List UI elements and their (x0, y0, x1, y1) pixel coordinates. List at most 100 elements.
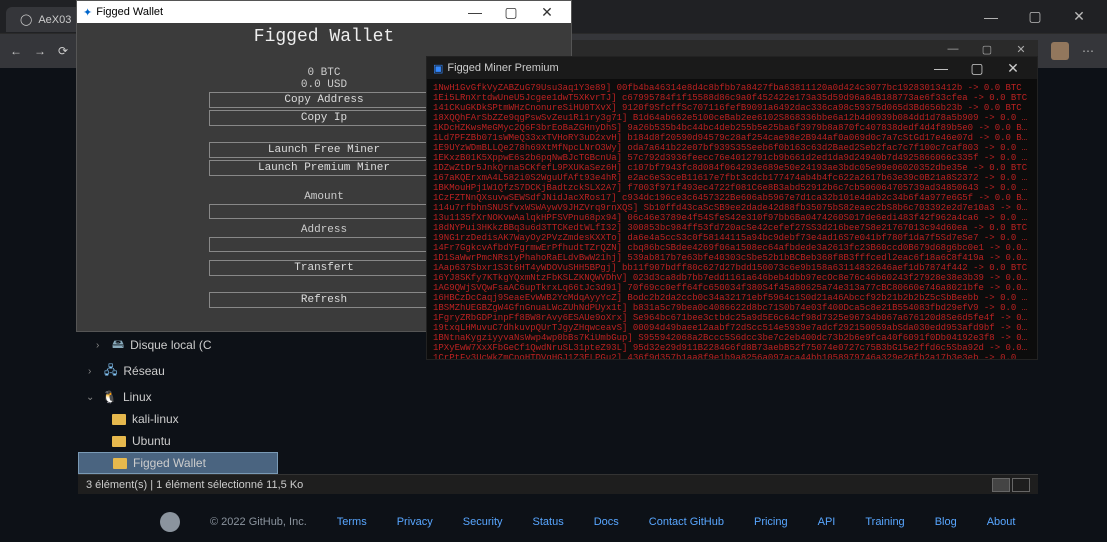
address-label: Address (301, 224, 347, 236)
miner-close[interactable]: ✕ (995, 58, 1031, 78)
miner-log-line: 167aKQErxmA4L582i0S2WguUfAft93e4hR] e2ac… (433, 173, 1031, 183)
miner-log-line: 1BNtnaKygziyyvaNsWwp4wp0bBs7KiUmbGup] S9… (433, 333, 1031, 343)
github-footer: © 2022 GitHub, Inc. Terms Privacy Security… (0, 512, 1107, 532)
status-text: 3 élément(s) | 1 élément sélectionné 11,… (86, 479, 303, 491)
miner-log-line: 1AG9QWjSVQwFsaAC6upTkrxLq66tJc3d91] 70f6… (433, 283, 1031, 293)
avatar-icon[interactable] (1051, 42, 1069, 60)
bg-minimize[interactable]: — (936, 41, 970, 57)
footer-link[interactable]: Privacy (397, 516, 433, 528)
miner-log-line: 1Ei5LRnXrtdwUneU5Jcgee1dwT5XKvrTJ] c6799… (433, 93, 1031, 103)
maximize-button[interactable]: ▢ (1013, 2, 1057, 32)
minimize-button[interactable]: — (969, 2, 1013, 32)
copy-ip-button[interactable]: Copy Ip (209, 110, 439, 126)
miner-log-line: 19NG1rzDedisAK7WayOy2PVzZmdesKXXTo] da6e… (433, 233, 1031, 243)
nav-back[interactable]: ← (10, 44, 22, 58)
refresh-button[interactable]: Refresh (209, 292, 439, 308)
nav-reload[interactable]: ⟳ (58, 44, 68, 58)
amount-input[interactable] (209, 204, 439, 219)
footer-link[interactable]: API (818, 516, 836, 528)
footer-link[interactable]: Blog (935, 516, 957, 528)
miner-log-line: 1Aap637Sbxr1S3t6HT4yWDOVuSHH5BPgj] bb11f… (433, 263, 1031, 273)
wallet-heading: Figged Wallet (254, 27, 394, 47)
figged-miner-window: ▣ Figged Miner Premium — ▢ ✕ 1NwH1GvGfkV… (426, 56, 1038, 360)
wallet-titlebar[interactable]: ✦ Figged Wallet — ▢ ✕ (77, 1, 571, 23)
tree-label: Figged Wallet (133, 456, 206, 470)
tree-label: Ubuntu (132, 434, 171, 448)
nav-forward[interactable]: → (34, 44, 46, 58)
folder-icon (113, 458, 127, 469)
miner-titlebar[interactable]: ▣ Figged Miner Premium — ▢ ✕ (427, 57, 1037, 79)
tree-figged-wallet[interactable]: Figged Wallet (78, 452, 278, 474)
footer-link[interactable]: Pricing (754, 516, 788, 528)
miner-log-line: 1Ld7PFZBb071sWMeQ33xxTVHoRY3uD2xvH] b184… (433, 133, 1031, 143)
tree-ubuntu[interactable]: Ubuntu (78, 430, 278, 452)
footer-link[interactable]: Docs (594, 516, 619, 528)
miner-log-line: 1D1SaWwrPmcNRs1yPhahoRaELdvBwW21hj] 539a… (433, 253, 1031, 263)
wallet-close[interactable]: ✕ (529, 1, 565, 23)
transfert-button[interactable]: Transfert (209, 260, 439, 276)
bg-close[interactable]: ✕ (1004, 41, 1038, 57)
footer-link[interactable]: Training (865, 516, 904, 528)
miner-log-line: 14Fr7GgkcvAfbdYFgrmwErPfhudtTZrQZN] cbq8… (433, 243, 1031, 253)
miner-log-line: 1KDcHZKwsMeGMyc2Q6F3brEoBaZGHnyDhS] 9a26… (433, 123, 1031, 133)
address-input[interactable] (209, 237, 439, 252)
view-icons-button[interactable] (1012, 478, 1030, 492)
github-logo-icon (160, 512, 180, 532)
tree-disk[interactable]: › 🖴 Disque local (C (78, 334, 278, 356)
tree-label: Disque local (C (130, 338, 211, 352)
miner-log-line: 1BKMouHPj1W1QfzS7DCKjBadtzckSLX2A7] f700… (433, 183, 1031, 193)
btc-balance: 0 BTC (307, 67, 340, 79)
miner-log-line: 18XQQhFArSbZZe9qgPswSvZeu1Ri1ry3g71] B1d… (433, 113, 1031, 123)
miner-log-line: 1CrPtFy3UcWkZmCpoHTDVqHGJ1Z3ELPGu2] 436f… (433, 353, 1031, 359)
more-icon[interactable]: ⋯ (1079, 42, 1097, 60)
chevron-right-icon: › (96, 340, 106, 351)
miner-log-line: 1DZwZtDr5JnkQrna5CKfefL9PXUKaSez6H] c107… (433, 163, 1031, 173)
tree-linux[interactable]: ⌄ 🐧 Linux (78, 386, 278, 408)
footer-link[interactable]: Status (533, 516, 564, 528)
miner-app-icon: ▣ (433, 62, 443, 75)
network-icon: 🖧 (104, 361, 117, 382)
tree-label: kali-linux (132, 412, 179, 426)
tree-network[interactable]: › 🖧 Réseau (78, 360, 278, 382)
footer-link[interactable]: Contact GitHub (649, 516, 724, 528)
miner-log-line: 18dNYPui3HKkzBBq3u6d3TTCKedtWLfI32] 3008… (433, 223, 1031, 233)
footer-link[interactable]: Terms (337, 516, 367, 528)
miner-log-line: 1E9UYzWDmBLLQe278h69XtMfNpcLNrO3Wy] oda7… (433, 143, 1031, 153)
launch-premium-miner-button[interactable]: Launch Premium Miner (209, 160, 439, 176)
miner-minimize[interactable]: — (923, 58, 959, 78)
footer-link[interactable]: Security (463, 516, 503, 528)
browser-tab[interactable]: ◯ AeX03 (6, 7, 85, 32)
wallet-maximize[interactable]: ▢ (493, 1, 529, 23)
chevron-down-icon: ⌄ (86, 392, 96, 403)
explorer-tree: › 🖴 Disque local (C › 🖧 Réseau ⌄ 🐧 Linux… (78, 334, 278, 474)
miner-maximize[interactable]: ▢ (959, 58, 995, 78)
miner-log-line: 114u7rfbhnSNUSfvxWSWAywV9JHZVrq9rnXQS] S… (433, 203, 1031, 213)
miner-log-line: 1EKxzB01K5XppwE6s2b6pqNwBJcTGBcnUa] 57c7… (433, 153, 1031, 163)
usd-balance: 0.0 USD (301, 79, 347, 91)
wallet-window-title: Figged Wallet (96, 6, 163, 18)
tree-label: Réseau (123, 364, 164, 378)
miner-output: 1NwH1GvGfkVyZABZuG79Usu3aq1Y3e89] 00fb4b… (427, 79, 1037, 359)
miner-log-line: 1PXyEwW7XxXFbGeCf1QwdNruSL31pteZ93L] 95d… (433, 343, 1031, 353)
close-button[interactable]: ✕ (1057, 2, 1101, 32)
amount-label: Amount (304, 191, 344, 203)
bg-maximize[interactable]: ▢ (970, 41, 1004, 57)
miner-log-line: 19txqLHMuvuC7dhkuvpQUrTJgyZHqwceavS] 000… (433, 323, 1031, 333)
wallet-minimize[interactable]: — (457, 1, 493, 23)
github-icon: ◯ (20, 13, 32, 26)
folder-icon (112, 436, 126, 447)
miner-log-line: 1BSMZhUEGBZgW4GfnGnuaLWcZUhNdPUyx1t] b83… (433, 303, 1031, 313)
miner-log-line: 1FgryZRbGDPinpFf8BW8rAvy6ESAUe9oXrx] Se9… (433, 313, 1031, 323)
wallet-app-icon: ✦ (83, 6, 92, 19)
chevron-right-icon: › (88, 366, 98, 377)
footer-link[interactable]: About (987, 516, 1016, 528)
miner-log-line: 141CKuGKDkSPtmWHzCnonureSiHU0TXvX] 9120f… (433, 103, 1031, 113)
footer-copyright: © 2022 GitHub, Inc. (210, 516, 307, 528)
copy-address-button[interactable]: Copy Address (209, 92, 439, 108)
tree-kali[interactable]: kali-linux (78, 408, 278, 430)
view-details-button[interactable] (992, 478, 1010, 492)
launch-free-miner-button[interactable]: Launch Free Miner (209, 142, 439, 158)
miner-log-line: 16YJ8SKfy7KTkgYQxmNtzFbKSLZKNQWVDhV] 023… (433, 273, 1031, 283)
miner-window-title: Figged Miner Premium (447, 62, 558, 74)
miner-log-line: 1CzFZTNnQXsuvwSEWSdfJNidJacXRos17] c934d… (433, 193, 1031, 203)
